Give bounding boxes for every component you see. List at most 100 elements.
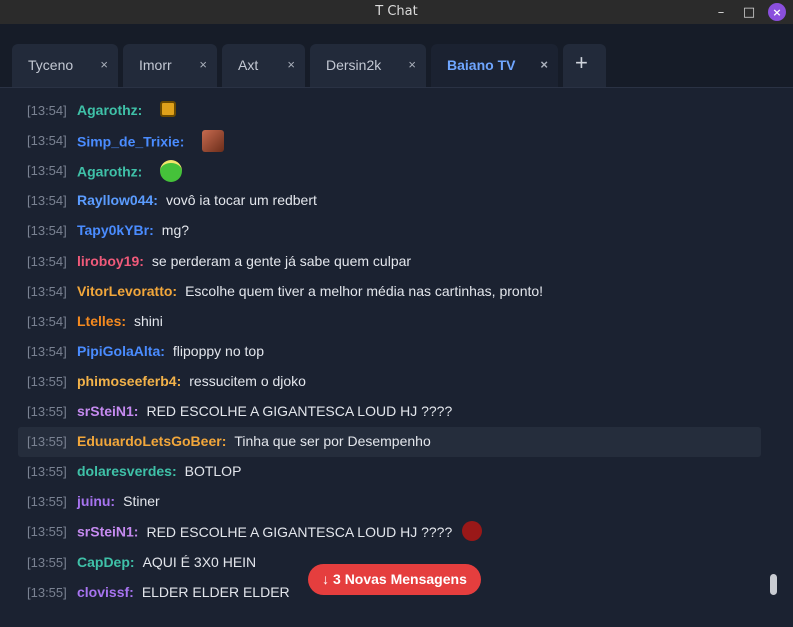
message-timestamp: [13:54] [27, 254, 67, 269]
message-username[interactable]: Tapy0kYBr: [77, 222, 154, 238]
message-username[interactable]: Rayllow044: [77, 192, 158, 208]
message-timestamp: [13:54] [27, 223, 67, 238]
message-timestamp: [13:54] [27, 284, 67, 299]
message-username[interactable]: srSteiN1: [77, 403, 138, 419]
minimize-button[interactable]: – [712, 0, 730, 24]
message-username[interactable]: PipiGolaAlta: [77, 343, 165, 359]
tab-close-icon[interactable]: × [540, 57, 548, 72]
plus-icon: + [575, 50, 588, 75]
message-content: srSteiN1: RED ESCOLHE A GIGANTESCA LOUD H… [77, 521, 483, 543]
maximize-button[interactable]: □ [740, 0, 758, 24]
message-timestamp: [13:54] [27, 314, 67, 329]
message-timestamp: [13:55] [27, 404, 67, 419]
message-username[interactable]: EduuardoLetsGoBeer: [77, 433, 226, 449]
chat-message: [13:54] Tapy0kYBr: mg? [18, 216, 761, 246]
message-username[interactable]: Ltelles: [77, 313, 126, 329]
message-username[interactable]: VitorLevoratto: [77, 283, 177, 299]
chat-message: [13:55] EduuardoLetsGoBeer: Tinha que ser … [18, 427, 761, 457]
message-content: Agarothz: [77, 160, 183, 184]
message-content: Agarothz: [77, 101, 177, 119]
tab-label: Axt [238, 57, 259, 73]
chat-message: [13:54] VitorLevoratto: Escolhe quem tiver… [18, 277, 761, 307]
message-text: Escolhe quem tiver a melhor média nas ca… [185, 283, 544, 299]
message-username[interactable]: juinu: [77, 493, 115, 509]
message-content: Simp_de_Trixie: [77, 130, 225, 154]
scrollbar-thumb[interactable] [770, 574, 777, 595]
message-username[interactable]: phimoseeferb4: [77, 373, 181, 389]
message-text: RED ESCOLHE A GIGANTESCA LOUD HJ ???? [146, 523, 453, 540]
halo-face-emote [160, 160, 183, 182]
message-timestamp: [13:54] [27, 344, 67, 359]
message-text: flipoppy no top [172, 343, 264, 359]
message-text: mg? [161, 222, 190, 238]
tab-close-icon[interactable]: × [287, 57, 295, 72]
tab-label: Baiano TV [447, 57, 516, 73]
message-text: shini [134, 313, 163, 329]
message-username[interactable]: srSteiN1: [77, 524, 138, 540]
message-timestamp: [13:55] [27, 464, 67, 479]
chat-message: [13:55] juinu: Stiner [18, 487, 761, 517]
chat-message: [13:54] PipiGolaAlta: flipoppy no top [18, 337, 761, 367]
message-timestamp: [13:55] [27, 585, 67, 600]
tab-bar: Tyceno × Imorr × Axt × Dersin2k × Baiano… [0, 24, 793, 87]
message-timestamp: [13:55] [27, 494, 67, 509]
message-timestamp: [13:54] [27, 193, 67, 208]
chat-message: [13:54] liroboy19: se perderam a gente já … [18, 247, 761, 277]
message-timestamp: [13:54] [27, 163, 67, 178]
message-content: phimoseeferb4: ressucitem o djoko [77, 373, 306, 389]
message-content: PipiGolaAlta: flipoppy no top [77, 343, 264, 359]
message-text: se perderam a gente já sabe quem culpar [151, 253, 412, 269]
message-username[interactable]: Simp_de_Trixie: [77, 134, 184, 150]
window-title: T Chat [375, 4, 418, 19]
message-timestamp: [13:54] [27, 103, 67, 118]
message-text: vovô ia tocar um redbert [165, 192, 317, 208]
message-timestamp: [13:55] [27, 555, 67, 570]
message-content: VitorLevoratto: Escolhe quem tiver a melh… [77, 283, 543, 299]
divider [0, 87, 793, 88]
chat-message: [13:54] Agarothz: [18, 96, 761, 126]
photo-face-emote [202, 130, 225, 152]
red-face-emote [462, 521, 483, 541]
close-window-button[interactable]: × [768, 3, 786, 21]
chat-message: [13:54] Ltelles: shini [18, 307, 761, 337]
message-username[interactable]: dolaresverdes: [77, 463, 177, 479]
message-text: Stiner [123, 493, 160, 509]
tab-close-icon[interactable]: × [408, 57, 416, 72]
message-username[interactable]: Agarothz: [77, 102, 142, 118]
message-content: juinu: Stiner [77, 493, 160, 509]
message-username[interactable]: Agarothz: [77, 164, 142, 180]
message-text: RED ESCOLHE A GIGANTESCA LOUD HJ ???? [146, 403, 453, 419]
tab-close-icon[interactable]: × [100, 57, 108, 72]
chat-message: [13:55] phimoseeferb4: ressucitem o djoko [18, 367, 761, 397]
message-text: BOTLOP [184, 463, 242, 479]
chat-message: [13:54] Agarothz: [18, 156, 761, 186]
tab-label: Imorr [139, 57, 172, 73]
angry-face-emote [160, 101, 177, 118]
message-content: liroboy19: se perderam a gente já sabe qu… [77, 253, 411, 269]
tab-imorr[interactable]: Imorr × [123, 44, 217, 87]
message-username[interactable]: CapDep: [77, 554, 135, 570]
message-content: dolaresverdes: BOTLOP [77, 463, 241, 479]
message-timestamp: [13:54] [27, 133, 67, 148]
message-timestamp: [13:55] [27, 434, 67, 449]
message-content: Tapy0kYBr: mg? [77, 222, 189, 238]
title-bar: T Chat – □ × [0, 0, 793, 24]
tab-tyceno[interactable]: Tyceno × [12, 44, 118, 87]
chat-message: [13:55] dolaresverdes: BOTLOP [18, 457, 761, 487]
message-content: CapDep: AQUI É 3X0 HEIN [77, 554, 256, 570]
chat-message: [13:55] srSteiN1: RED ESCOLHE A GIGANTESCA… [18, 517, 761, 547]
tab-axt[interactable]: Axt × [222, 44, 305, 87]
tab-close-icon[interactable]: × [199, 57, 207, 72]
chat-message: [13:54] Rayllow044: vovô ia tocar um redbe… [18, 186, 761, 216]
message-text: AQUI É 3X0 HEIN [142, 554, 257, 570]
chat-message: [13:54] Simp_de_Trixie: [18, 126, 761, 156]
tab-dersin2k[interactable]: Dersin2k × [310, 44, 426, 87]
message-content: clovissf: ELDER ELDER ELDER [77, 584, 290, 600]
new-messages-button[interactable]: ↓ 3 Novas Mensagens [308, 564, 481, 595]
message-content: Ltelles: shini [77, 313, 163, 329]
message-username[interactable]: clovissf: [77, 584, 134, 600]
message-text: ELDER ELDER ELDER [141, 584, 290, 600]
tab-baiano-tv[interactable]: Baiano TV × [431, 44, 558, 87]
add-tab-button[interactable]: + [563, 44, 606, 87]
message-username[interactable]: liroboy19: [77, 253, 144, 269]
